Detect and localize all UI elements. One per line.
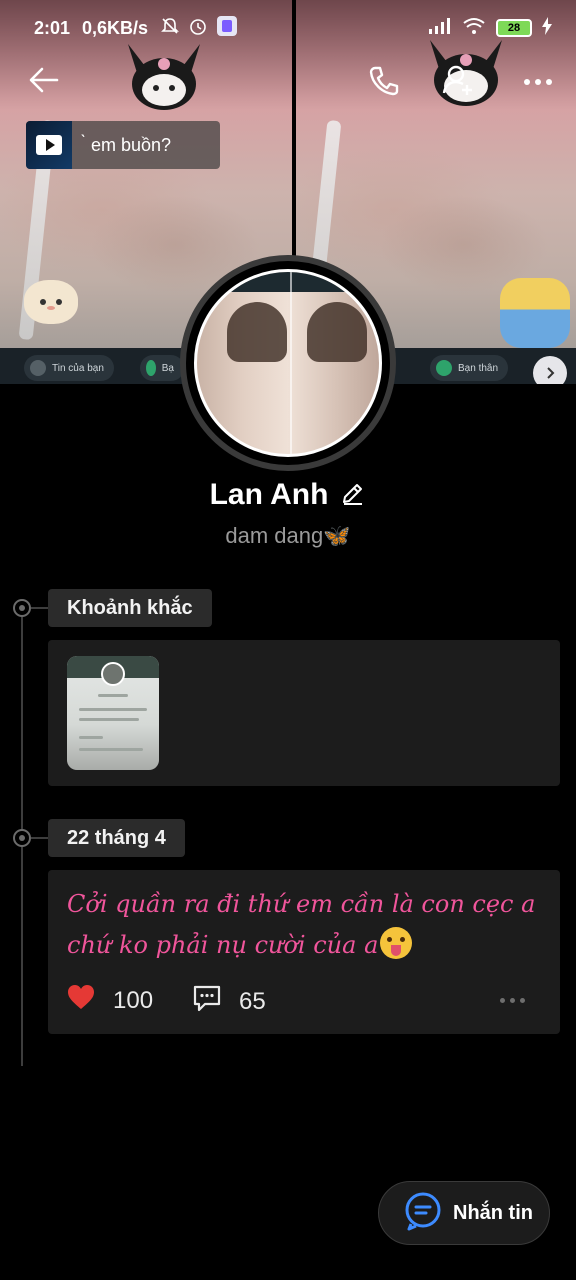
play-icon[interactable] [36, 135, 62, 155]
more-button[interactable] [516, 66, 560, 98]
alarm-icon [188, 16, 208, 41]
post-more-button[interactable] [500, 998, 525, 1003]
post-card[interactable]: Cởi quần ra đi thứ em cần là con cẹc a c… [48, 870, 560, 1034]
timeline-label-date: 22 tháng 4 [48, 819, 185, 857]
post-text: Cởi quần ra đi thứ em cần là con cẹc a c… [67, 884, 537, 966]
charging-icon [542, 16, 552, 40]
message-button-label: Nhắn tin [453, 1201, 533, 1224]
cover-chip-close-friends: Bạn thân [430, 355, 509, 381]
timeline-node [13, 829, 31, 847]
pencil-icon [341, 481, 365, 510]
chip-label: Bạ [161, 362, 174, 374]
tongue-emoji-icon [380, 927, 413, 959]
edit-name-button[interactable] [340, 482, 366, 508]
more-horizontal-icon [500, 998, 505, 1003]
app-notification-icon [216, 15, 238, 42]
profile-name: Lan Anh [209, 478, 329, 511]
more-horizontal-icon [524, 79, 530, 85]
status-bar: 2:01 0,6KB/s 28 [0, 0, 576, 56]
cover-chip-your-story: Tin của bạn [24, 355, 114, 381]
avatar[interactable] [194, 269, 382, 457]
post-text-content: Cởi quần ra đi thứ em cần là con cẹc a c… [67, 890, 536, 959]
comment-icon [193, 984, 221, 1019]
profile-music-player[interactable]: ̀ em buồn? [26, 121, 220, 169]
moments-card [48, 640, 560, 786]
like-count: 100 [113, 986, 154, 1014]
alice-sticker-icon [500, 278, 570, 348]
chip-label: Tin của bạn [52, 362, 104, 374]
moment-thumbnail[interactable] [67, 656, 159, 770]
add-friend-button[interactable] [438, 62, 478, 102]
comment-button[interactable]: 65 [193, 984, 266, 1019]
add-friend-icon [441, 63, 475, 102]
chat-bubble-icon [403, 1191, 443, 1236]
cover-chip-friends: Bạ [140, 355, 184, 381]
heart-icon [67, 984, 95, 1017]
call-button[interactable] [364, 64, 404, 102]
timeline-tick [31, 837, 48, 839]
like-button[interactable]: 100 [67, 984, 153, 1017]
avatar-ring[interactable] [180, 255, 396, 471]
timeline-tick [31, 607, 48, 609]
wifi-icon [462, 17, 486, 40]
battery-icon: 28 [496, 19, 532, 37]
mute-icon [160, 16, 180, 41]
phone-icon [368, 65, 400, 102]
timeline-label-moments: Khoảnh khắc [48, 589, 212, 627]
timeline-node [13, 599, 31, 617]
comment-count: 65 [239, 987, 266, 1015]
arrow-left-icon [29, 67, 59, 98]
message-button[interactable]: Nhắn tin [378, 1181, 550, 1245]
back-button[interactable] [24, 64, 64, 100]
profile-bio: dam dang🦋 [225, 523, 351, 548]
chip-label: Bạn thân [458, 362, 499, 374]
signal-icon [428, 17, 452, 40]
hamster-sticker-icon [24, 280, 78, 324]
music-thumbnail [26, 121, 72, 169]
network-speed: 0,6KB/s [82, 17, 149, 38]
chevron-right-icon [533, 356, 567, 384]
status-time: 2:01 [34, 17, 71, 38]
profile-name-row: Lan Anh [0, 478, 576, 512]
music-title: ̀ em buồn? [86, 134, 172, 155]
